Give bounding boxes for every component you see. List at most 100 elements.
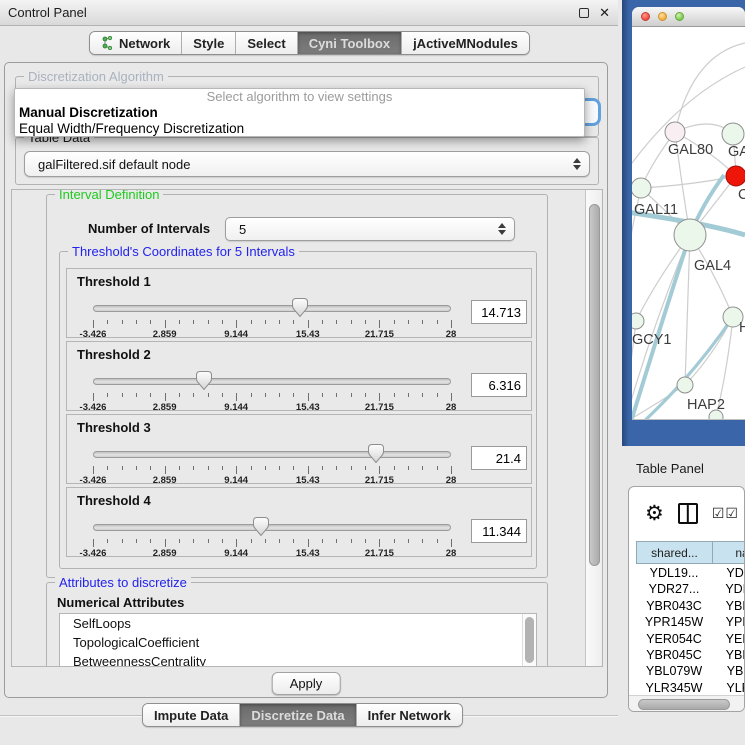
- checkbox-icon[interactable]: ☑☑: [712, 505, 739, 522]
- cell-shared-name: YER054C: [636, 631, 712, 647]
- threshold-value-field[interactable]: 11.344: [471, 519, 527, 543]
- column-header-shared-name[interactable]: shared...: [636, 541, 712, 564]
- tick-label: 15.43: [296, 475, 320, 486]
- table-row[interactable]: YBL079WYBL0: [636, 663, 745, 679]
- numerical-attributes-list[interactable]: SelfLoopsTopologicalCoefficientBetweenne…: [59, 613, 537, 667]
- network-view-window: GAL80GACGAL11GAL4GCY1HHAP2: [632, 7, 745, 420]
- dropdown-prompt: Select algorithm to view settings: [15, 89, 584, 105]
- threshold-label: Threshold 1: [77, 274, 151, 289]
- network-node-gcy1[interactable]: [632, 313, 644, 329]
- threshold-slider-thumb[interactable]: [252, 516, 270, 537]
- threshold-panel-4: Threshold 4-3.4262.8599.14415.4321.71528…: [66, 487, 532, 557]
- table-row[interactable]: YDL19...YDL1: [636, 565, 745, 581]
- discretization-algorithm-title: Discretization Algorithm: [24, 69, 168, 84]
- attribute-item-selfloops[interactable]: SelfLoops: [60, 614, 536, 633]
- combo-arrows-icon: [498, 223, 506, 235]
- tick-label: 21.715: [365, 475, 394, 486]
- attribute-item-topologicalcoefficient[interactable]: TopologicalCoefficient: [60, 633, 536, 652]
- threshold-slider-track[interactable]: [93, 378, 451, 385]
- columns-icon[interactable]: [678, 503, 698, 524]
- table-row[interactable]: YPR145WYPR1: [636, 614, 745, 630]
- network-node-gal4[interactable]: [674, 219, 706, 251]
- close-traffic-light-icon[interactable]: [641, 12, 650, 21]
- threshold-slider-thumb[interactable]: [291, 297, 309, 318]
- numerical-attributes-header: Numerical Attributes: [57, 595, 184, 610]
- float-window-icon[interactable]: [579, 8, 589, 18]
- threshold-value-field[interactable]: 14.713: [471, 300, 527, 324]
- network-node-hap2[interactable]: [677, 377, 693, 393]
- list-scrollbar-thumb[interactable]: [525, 617, 534, 663]
- cell-name: YLR3: [712, 680, 745, 695]
- attribute-item-betweennesscentrality[interactable]: BetweennessCentrality: [60, 652, 536, 667]
- tab-cyni-toolbox[interactable]: Cyni Toolbox: [298, 32, 402, 54]
- cell-shared-name: YBR043C: [636, 598, 712, 614]
- cyni-toolbox-panel: Discretization Algorithm Table Data galF…: [4, 62, 608, 698]
- tick-label: 9.144: [224, 475, 248, 486]
- tick-label: 28: [446, 548, 457, 559]
- network-node-gal80[interactable]: [665, 122, 685, 142]
- dropdown-option-equal-width-frequency-discretization[interactable]: Equal Width/Frequency Discretization: [15, 121, 584, 137]
- network-node-ga[interactable]: [722, 123, 744, 145]
- threshold-label: Threshold 2: [77, 347, 151, 362]
- zoom-traffic-light-icon[interactable]: [675, 12, 684, 21]
- network-canvas[interactable]: GAL80GACGAL11GAL4GCY1HHAP2: [632, 27, 745, 419]
- cell-shared-name: YDL19...: [636, 565, 712, 581]
- network-node-label: GCY1: [632, 332, 672, 348]
- number-of-intervals-combo[interactable]: 5: [225, 217, 515, 241]
- tab-label: Select: [247, 36, 285, 51]
- threshold-panel-3: Threshold 3-3.4262.8599.14415.4321.71528…: [66, 414, 532, 484]
- table-row[interactable]: YER054CYER0: [636, 631, 745, 647]
- threshold-slider-track[interactable]: [93, 524, 451, 531]
- table-row[interactable]: YBR045CYBR0: [636, 647, 745, 663]
- threshold-slider-thumb[interactable]: [195, 370, 213, 391]
- network-node-c[interactable]: [726, 166, 745, 186]
- interval-definition-group: Interval Definition Number of Intervals …: [46, 194, 548, 578]
- table-panel: ⚙ ☑☑ shared... na YDL19...YDL1YDR27...YD…: [628, 486, 745, 712]
- threshold-slider-track[interactable]: [93, 305, 451, 312]
- close-icon[interactable]: ✕: [599, 6, 610, 19]
- tab-style[interactable]: Style: [182, 32, 236, 54]
- tick-label: 21.715: [365, 329, 394, 340]
- table-row[interactable]: YBR043CYBR0: [636, 598, 745, 614]
- network-icon: [101, 36, 114, 50]
- thresholds-title: Threshold's Coordinates for 5 Intervals: [68, 244, 299, 259]
- network-edge: [632, 321, 636, 387]
- number-of-intervals-label: Number of Intervals: [88, 221, 210, 236]
- tab-impute-data[interactable]: Impute Data: [143, 704, 240, 726]
- vertical-scrollbar[interactable]: [585, 190, 602, 666]
- tab-jactivemnodules[interactable]: jActiveMNodules: [402, 32, 529, 54]
- gear-icon[interactable]: ⚙: [645, 503, 664, 524]
- tick-label: -3.426: [80, 402, 107, 413]
- tab-discretize-data[interactable]: Discretize Data: [240, 704, 356, 726]
- apply-button[interactable]: Apply: [272, 672, 341, 695]
- tick-label: 9.144: [224, 402, 248, 413]
- tick-label: 9.144: [224, 329, 248, 340]
- threshold-panel-2: Threshold 2-3.4262.8599.14415.4321.71528…: [66, 341, 532, 411]
- tick-label: -3.426: [80, 475, 107, 486]
- table-data-group: Table Data galFiltered.sif default node: [15, 137, 599, 185]
- network-node[interactable]: [709, 410, 723, 419]
- table-row[interactable]: YLR345WYLR3: [636, 680, 745, 695]
- vertical-scrollbar-thumb[interactable]: [589, 204, 600, 566]
- table-row[interactable]: YDR27...YDR2: [636, 581, 745, 597]
- settings-viewport: Interval Definition Number of Intervals …: [11, 189, 603, 667]
- dropdown-option-manual-discretization[interactable]: Manual Discretization: [15, 105, 584, 121]
- cell-name: YER0: [712, 631, 745, 647]
- tab-select[interactable]: Select: [236, 32, 297, 54]
- table-data-combo[interactable]: galFiltered.sif default node: [24, 151, 590, 177]
- threshold-value-field[interactable]: 21.4: [471, 446, 527, 470]
- tab-infer-network[interactable]: Infer Network: [357, 704, 462, 726]
- network-window-titlebar: [632, 7, 745, 27]
- threshold-slider-track[interactable]: [93, 451, 451, 458]
- tick-label: 21.715: [365, 402, 394, 413]
- horizontal-scrollbar[interactable]: [629, 695, 744, 712]
- minimize-traffic-light-icon[interactable]: [658, 12, 667, 21]
- column-header-name[interactable]: na: [712, 541, 745, 564]
- horizontal-scrollbar-thumb[interactable]: [638, 699, 730, 710]
- list-scrollbar[interactable]: [522, 614, 536, 667]
- table-panel-title: Table Panel: [636, 461, 704, 476]
- threshold-value-field[interactable]: 6.316: [471, 373, 527, 397]
- tab-network[interactable]: Network: [90, 32, 182, 54]
- threshold-slider-thumb[interactable]: [367, 443, 385, 464]
- network-node-gal11[interactable]: [632, 178, 651, 198]
